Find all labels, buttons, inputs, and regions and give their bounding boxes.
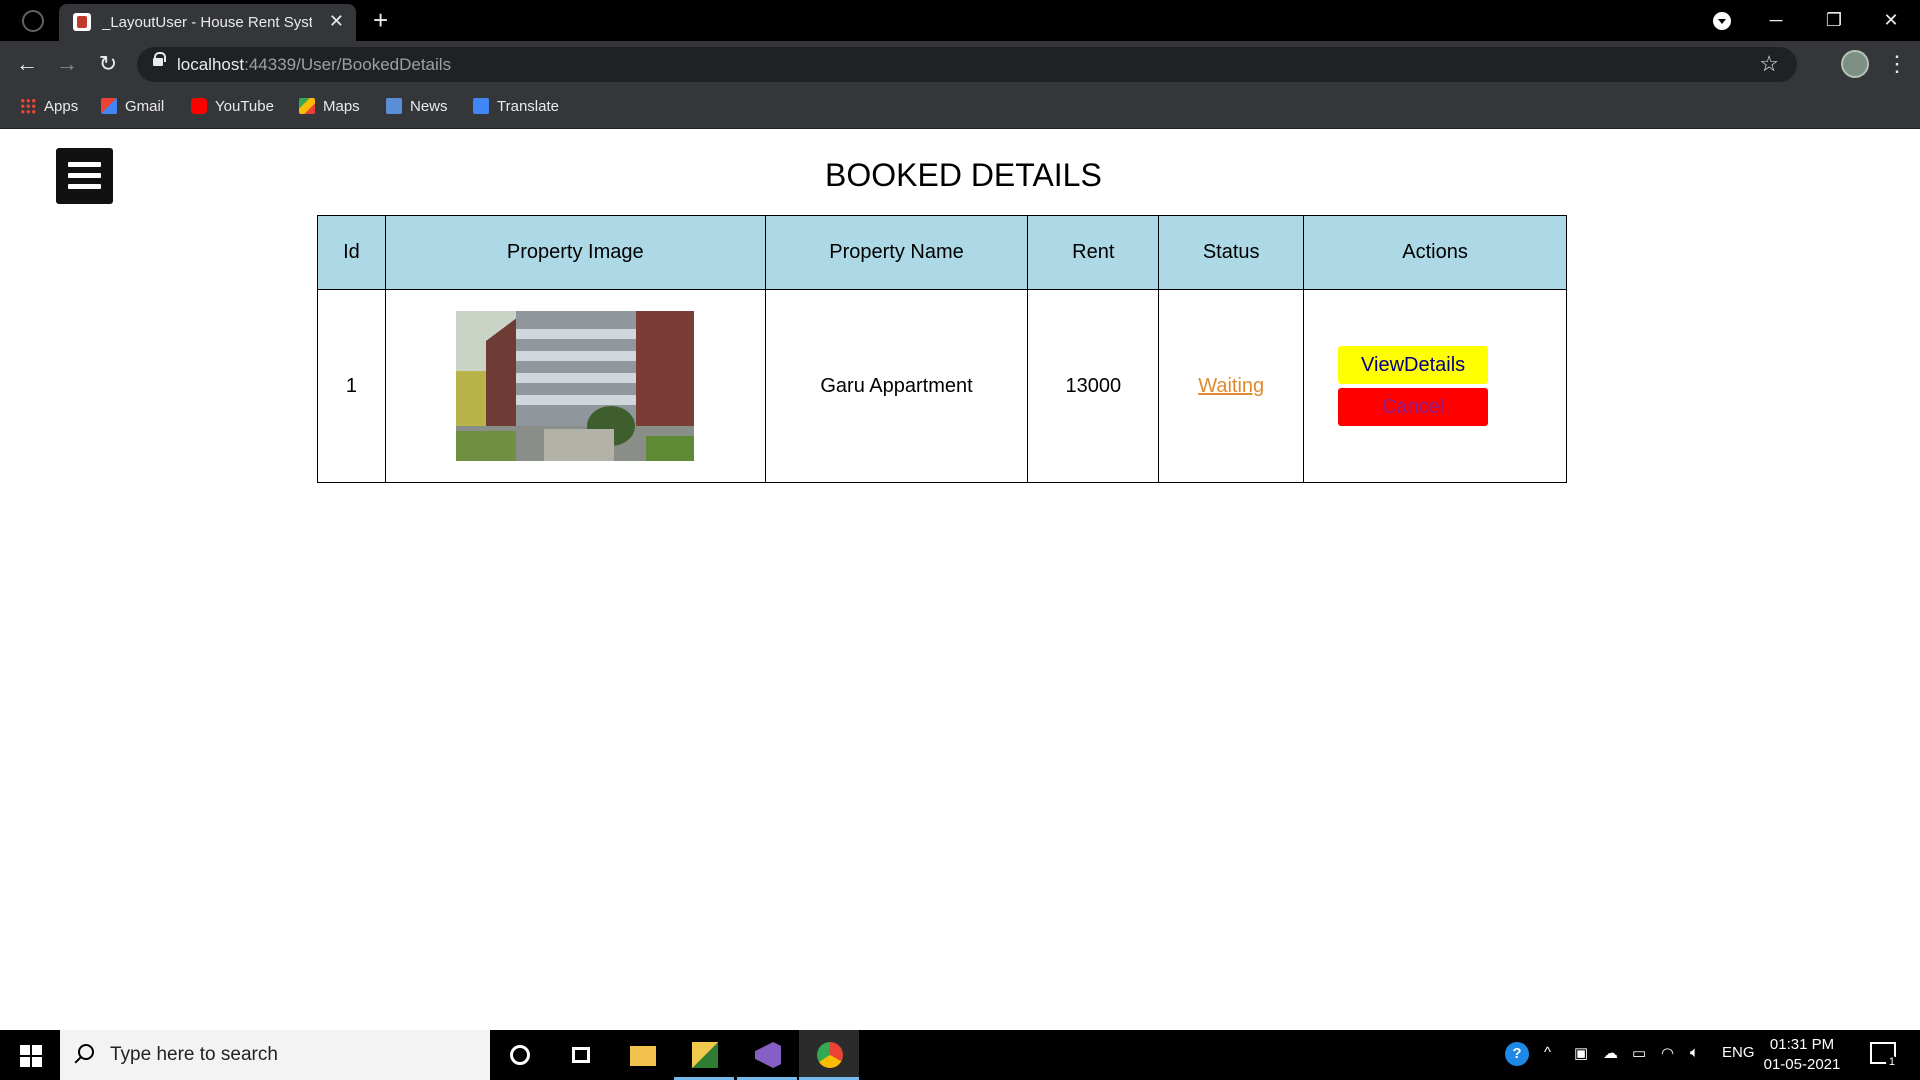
translate-icon [473, 98, 489, 114]
table-row: 1 Garu Appartment 13000 Waiting ViewDeta… [317, 289, 1567, 483]
cancel-button[interactable]: Cancel [1338, 388, 1489, 426]
booked-details-table: Id Property Image Property Name Rent Sta… [317, 215, 1567, 483]
chrome-button[interactable] [799, 1030, 859, 1080]
hamburger-icon [68, 162, 101, 167]
clock-date: 01-05-2021 [1763, 1056, 1841, 1073]
bookmark-youtube[interactable]: YouTube [191, 98, 274, 118]
taskbar-app-button[interactable] [674, 1030, 734, 1080]
url-text[interactable]: localhost:44339/User/BookedDetails [177, 55, 451, 75]
news-icon [386, 98, 402, 114]
notification-icon[interactable]: 1 [1870, 1042, 1898, 1068]
cell-property-name: Garu Appartment [764, 289, 1029, 483]
property-image [456, 311, 695, 461]
chrome-icon [817, 1042, 843, 1068]
address-bar[interactable]: localhost:44339/User/BookedDetails ☆ [137, 47, 1797, 82]
bookmark-apps[interactable]: Apps [20, 98, 78, 118]
cell-actions: ViewDetails Cancel [1303, 289, 1567, 483]
new-tab-icon[interactable]: + [373, 6, 388, 34]
visual-studio-button[interactable] [737, 1030, 797, 1080]
maps-icon [299, 98, 315, 114]
hamburger-icon-bar [68, 184, 101, 189]
header-property-image: Property Image [384, 215, 766, 290]
taskbar-clock[interactable]: 01:31 PM 01-05-2021 [1757, 1035, 1847, 1075]
file-explorer-button[interactable] [612, 1030, 672, 1080]
language-indicator[interactable]: ENG [1722, 1044, 1755, 1061]
windows-taskbar: Type here to search ? ^ ▣ ☁ ▭ ◠ 🔈︎ ENG 0… [0, 1030, 1920, 1080]
notification-count: 1 [1885, 1056, 1898, 1068]
menu-kebab-icon[interactable]: ⋮ [1886, 49, 1908, 79]
lock-icon[interactable] [153, 52, 166, 66]
cortana-icon [510, 1045, 530, 1065]
github-icon[interactable] [22, 10, 44, 32]
status-link[interactable]: Waiting [1198, 375, 1264, 397]
search-icon [78, 1044, 94, 1060]
browser-toolbar: ← → ↻ localhost:44339/User/BookedDetails… [0, 41, 1920, 88]
onedrive-icon[interactable]: ☁ [1603, 1044, 1618, 1062]
browser-tab[interactable]: _LayoutUser - House Rent System ✕ [59, 4, 356, 41]
youtube-icon [191, 98, 207, 114]
minimize-icon[interactable]: ─ [1756, 6, 1796, 34]
taskbar-search-box[interactable]: Type here to search [60, 1030, 490, 1080]
browser-tab-bar: _LayoutUser - House Rent System ✕ + ─ ❐ … [0, 0, 1920, 41]
table-header-row: Id Property Image Property Name Rent Sta… [317, 215, 1567, 290]
header-property-name: Property Name [764, 215, 1029, 290]
header-actions: Actions [1303, 215, 1567, 290]
page-title: BOOKED DETAILS [825, 157, 1102, 193]
cell-status: Waiting [1158, 289, 1305, 483]
folder-icon [630, 1046, 656, 1066]
show-hidden-icons-icon[interactable]: ^ [1544, 1044, 1551, 1061]
restore-icon[interactable]: ❐ [1814, 6, 1854, 34]
bookmark-translate[interactable]: Translate [473, 98, 559, 118]
task-view-button[interactable] [550, 1030, 610, 1080]
hamburger-icon-bar [68, 173, 101, 178]
cortana-button[interactable] [490, 1030, 550, 1080]
header-status: Status [1158, 215, 1305, 290]
hamburger-menu-button[interactable] [56, 148, 113, 204]
tab-title: _LayoutUser - House Rent System [102, 14, 312, 31]
cell-property-image [384, 289, 766, 483]
taskbar-search-placeholder: Type here to search [110, 1044, 278, 1065]
view-details-button[interactable]: ViewDetails [1338, 346, 1489, 384]
wifi-icon[interactable]: ◠ [1661, 1044, 1674, 1062]
volume-icon[interactable]: 🔈︎ [1690, 1044, 1699, 1061]
cell-rent: 13000 [1027, 289, 1160, 483]
windows-start-icon[interactable] [20, 1045, 42, 1067]
cell-id: 1 [317, 289, 386, 483]
meet-now-icon[interactable]: ▣ [1574, 1044, 1588, 1062]
gmail-icon [101, 98, 117, 114]
bookmark-news[interactable]: News [386, 98, 448, 118]
battery-icon[interactable]: ▭ [1632, 1044, 1646, 1062]
bookmark-maps[interactable]: Maps [299, 98, 360, 118]
close-window-icon[interactable]: ✕ [1871, 6, 1911, 34]
profile-avatar[interactable] [1841, 50, 1869, 78]
header-rent: Rent [1027, 215, 1160, 290]
apps-grid-icon [20, 98, 36, 114]
tab-favicon-icon [73, 13, 91, 31]
bookmarks-bar: Apps Gmail YouTube Maps News Translate [0, 88, 1920, 129]
apartment-photo [456, 311, 695, 461]
header-id: Id [317, 215, 386, 290]
reload-icon[interactable]: ↻ [93, 49, 123, 79]
tab-search-icon[interactable] [1713, 12, 1731, 30]
clock-time: 01:31 PM [1769, 1036, 1835, 1053]
back-icon[interactable]: ← [12, 49, 42, 79]
app-icon [692, 1042, 718, 1068]
visual-studio-icon [755, 1042, 781, 1068]
task-view-icon [572, 1047, 590, 1063]
bookmark-star-icon[interactable]: ☆ [1759, 51, 1779, 77]
bookmark-gmail[interactable]: Gmail [101, 98, 164, 118]
forward-icon[interactable]: → [52, 49, 82, 79]
help-icon[interactable]: ? [1505, 1042, 1529, 1066]
tab-close-icon[interactable]: ✕ [329, 11, 344, 31]
